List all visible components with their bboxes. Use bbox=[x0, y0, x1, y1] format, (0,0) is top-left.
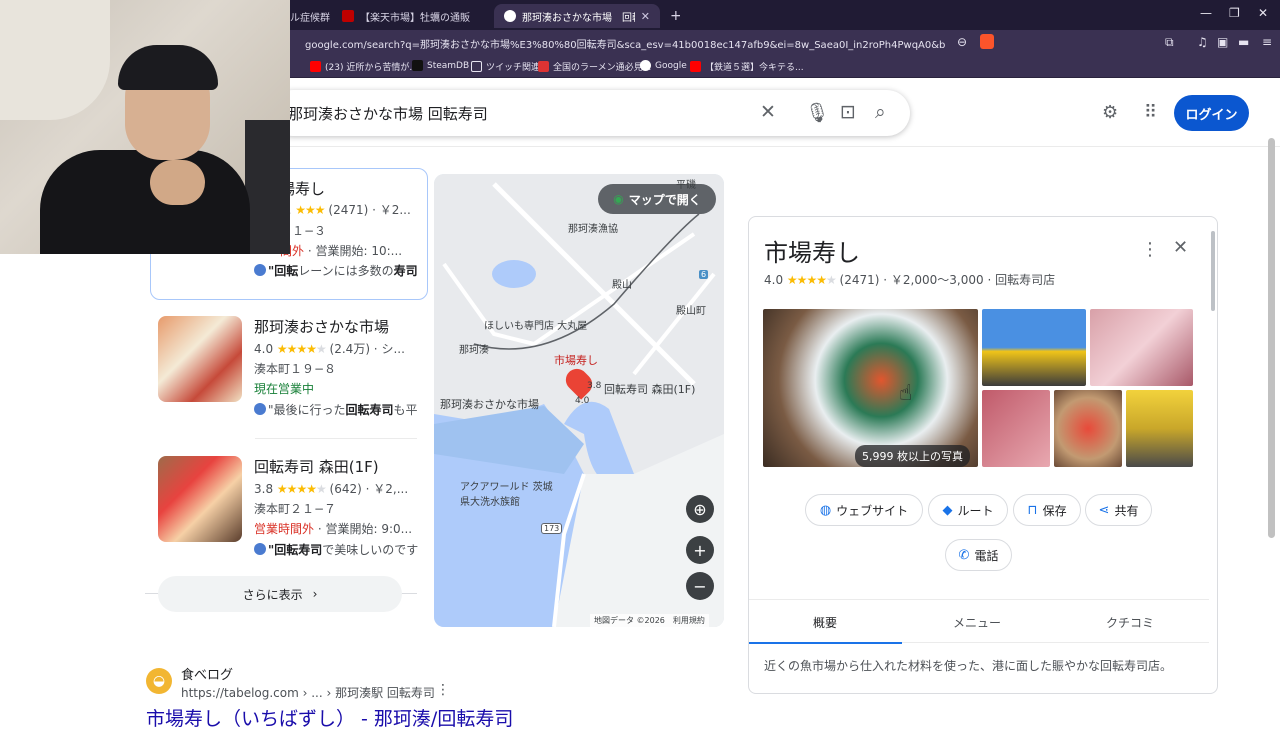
knowledge-panel: 市場寿し ⋮ ✕ 4.0 ★★★★★ (2471) · ￥2,000～3,000… bbox=[748, 216, 1218, 694]
map-view[interactable]: ◉ マップで開く 那珂湊漁協 殿山 殿山町 ほしいも専門店 大丸屋 那珂湊 那珂湊… bbox=[434, 174, 724, 627]
google-favicon-icon bbox=[504, 10, 516, 22]
reviewer-avatar-icon bbox=[254, 403, 266, 415]
menu-icon[interactable]: ≡ bbox=[1262, 35, 1272, 49]
zoom-in-button[interactable]: + bbox=[686, 536, 714, 564]
tabelog-logo-icon: ◒ bbox=[146, 668, 172, 694]
close-tab-icon[interactable]: ✕ bbox=[641, 10, 650, 23]
bookmark-item[interactable]: ツイッチ関連 bbox=[471, 60, 540, 73]
phone-icon: ✆ bbox=[958, 547, 970, 563]
clear-icon[interactable]: ✕ bbox=[760, 101, 776, 123]
main-photo[interactable] bbox=[763, 309, 978, 467]
save-button[interactable]: ⊓ 保存 bbox=[1013, 494, 1081, 526]
brave-shield-icon[interactable] bbox=[980, 34, 994, 49]
rating-stars: ★★★★★ bbox=[276, 342, 327, 356]
youtube-icon bbox=[310, 61, 321, 72]
photo-thumbnail[interactable] bbox=[1090, 309, 1193, 386]
browser-tab[interactable]: 【楽天市場】牡蠣の通販 bbox=[332, 4, 482, 28]
webcam-overlay bbox=[0, 0, 290, 254]
place-meta: 4.0 ★★★★★ (2471) · ￥2,000～3,000 · 回転寿司店 bbox=[764, 273, 1056, 287]
reviewer-avatar-icon bbox=[254, 543, 266, 555]
photo-thumbnail[interactable] bbox=[1054, 390, 1122, 467]
panel-scrollbar[interactable] bbox=[1211, 231, 1215, 311]
url-field[interactable]: google.com/search?q=那珂湊おさかな市場%E3%80%80回転… bbox=[305, 36, 945, 51]
music-icon[interactable]: ♫ bbox=[1197, 35, 1208, 49]
open-in-maps-button[interactable]: ◉ マップで開く bbox=[598, 184, 716, 214]
hand-cursor-icon: ☝ bbox=[899, 381, 913, 406]
more-options-icon[interactable]: ⋮ bbox=[1141, 239, 1159, 260]
bookmark-item[interactable]: SteamDB bbox=[412, 60, 469, 71]
panel-tabs: 概要 メニュー クチコミ bbox=[749, 599, 1209, 644]
more-options-icon[interactable]: ⋮ bbox=[436, 682, 450, 698]
tab-reviews[interactable]: クチコミ bbox=[1106, 614, 1154, 631]
source-name: 食べログ bbox=[181, 668, 234, 683]
rakuten-favicon-icon bbox=[342, 10, 354, 22]
zoom-out-button[interactable]: − bbox=[686, 572, 714, 600]
bookmark-item[interactable]: Google bbox=[640, 60, 687, 71]
more-results-button[interactable]: さらに表示 › bbox=[158, 576, 402, 612]
ramen-icon bbox=[538, 61, 549, 72]
reviewer-avatar-icon bbox=[254, 264, 266, 276]
result-divider bbox=[255, 438, 417, 439]
share-button[interactable]: ⋖ 共有 bbox=[1085, 494, 1152, 526]
directions-icon: ◆ bbox=[942, 502, 953, 518]
zoom-icon[interactable]: ⊖ bbox=[957, 35, 967, 49]
apps-icon[interactable]: ⠿ bbox=[1144, 102, 1157, 123]
tab-overview[interactable]: 概要 bbox=[813, 614, 837, 631]
vpn-icon[interactable]: ▬ bbox=[1238, 35, 1249, 49]
call-button[interactable]: ✆ 電話 bbox=[945, 539, 1012, 571]
tab-menu[interactable]: メニュー bbox=[953, 614, 1001, 631]
result-title-link[interactable]: 市場寿し（いちばずし） - 那珂湊/回転寿司 bbox=[146, 704, 513, 731]
page-scrollbar[interactable] bbox=[1268, 138, 1275, 538]
rating-stars: ★★★★★ bbox=[276, 482, 327, 496]
microphone-icon[interactable]: 🎙 bbox=[805, 101, 829, 124]
steam-icon bbox=[412, 60, 423, 71]
place-title: 市場寿し bbox=[764, 239, 860, 267]
map-selected-label: 市場寿し bbox=[554, 354, 598, 367]
youtube-icon bbox=[690, 61, 701, 72]
rating-stars: ★★★ bbox=[295, 203, 325, 217]
bookmark-item[interactable]: 全国のラーメン通必見... bbox=[538, 60, 651, 73]
bookmark-item[interactable]: 【鉄道５選】今キテる... bbox=[690, 60, 804, 73]
globe-icon: ◍ bbox=[819, 502, 832, 518]
rating-stars: ★★★★★ bbox=[786, 273, 837, 287]
close-window-icon[interactable]: ✕ bbox=[1258, 6, 1268, 20]
browser-tab-active[interactable]: 那珂湊おさかな市場 回転寿司 -✕ bbox=[494, 4, 660, 28]
folder-icon bbox=[471, 61, 482, 72]
my-location-icon[interactable]: ⊕ bbox=[686, 495, 714, 523]
sidebar-icon[interactable]: ▣ bbox=[1217, 35, 1228, 49]
maps-pin-icon: ◉ bbox=[613, 192, 624, 206]
share-icon: ⋖ bbox=[1098, 502, 1110, 518]
website-button[interactable]: ◍ ウェブサイト bbox=[805, 494, 923, 526]
bookmark-icon: ⊓ bbox=[1027, 502, 1038, 518]
result-thumbnail bbox=[158, 456, 242, 542]
place-description: 近くの魚市場から仕入れた材料を使った、港に面した賑やかな回転寿司店。 bbox=[764, 659, 1173, 673]
search-input[interactable]: 那珂湊おさかな市場 回転寿司 bbox=[288, 103, 488, 124]
photo-thumbnail[interactable] bbox=[982, 390, 1050, 467]
map-attribution[interactable]: 地図データ ©2026 利用規約 bbox=[590, 614, 709, 627]
extensions-icon[interactable]: ⧉ bbox=[1165, 35, 1174, 50]
google-icon bbox=[640, 60, 651, 71]
search-icon[interactable]: ⌕ bbox=[875, 101, 886, 123]
result-thumbnail bbox=[158, 316, 242, 402]
photo-thumbnail[interactable] bbox=[1126, 390, 1193, 467]
photo-count[interactable]: 5,999 枚以上の写真 bbox=[855, 445, 970, 467]
chevron-right-icon: › bbox=[312, 587, 318, 601]
close-icon[interactable]: ✕ bbox=[1173, 237, 1188, 258]
search-box[interactable]: 那珂湊おさかな市場 回転寿司 ✕ 🎙 ⊡ ⌕ bbox=[270, 90, 910, 136]
minimize-icon[interactable]: — bbox=[1200, 6, 1212, 20]
settings-icon[interactable]: ⚙ bbox=[1102, 102, 1118, 123]
camera-icon[interactable]: ⊡ bbox=[840, 101, 856, 123]
source-url[interactable]: https://tabelog.com › ... › 那珂湊駅 回転寿司 bbox=[181, 684, 435, 701]
maximize-icon[interactable]: ❐ bbox=[1229, 6, 1240, 20]
photo-thumbnail[interactable] bbox=[982, 309, 1086, 386]
active-tab-indicator bbox=[749, 642, 902, 644]
directions-button[interactable]: ◆ ルート bbox=[928, 494, 1008, 526]
bookmark-item[interactable]: (23) 近所から苦情が... bbox=[310, 60, 418, 73]
login-button[interactable]: ログイン bbox=[1174, 95, 1249, 131]
new-tab-button[interactable]: + bbox=[660, 4, 680, 28]
